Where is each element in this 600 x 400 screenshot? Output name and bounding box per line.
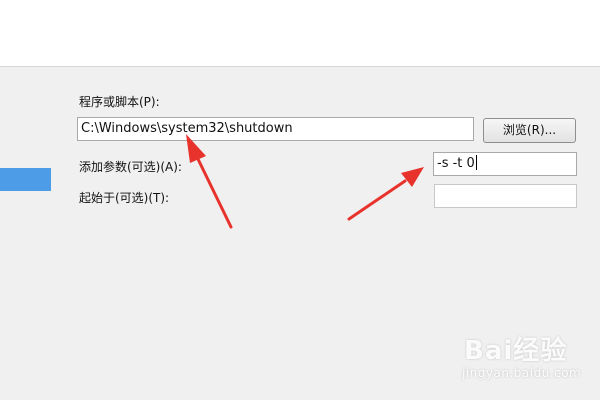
arrow-to-program-icon: [186, 134, 233, 229]
watermark: Bai经验 jingyan.baidu.com: [440, 330, 590, 390]
watermark-url: jingyan.baidu.com: [462, 366, 582, 380]
watermark-brand: Bai经验: [464, 336, 568, 366]
arrow-to-arguments-icon: [347, 167, 424, 221]
